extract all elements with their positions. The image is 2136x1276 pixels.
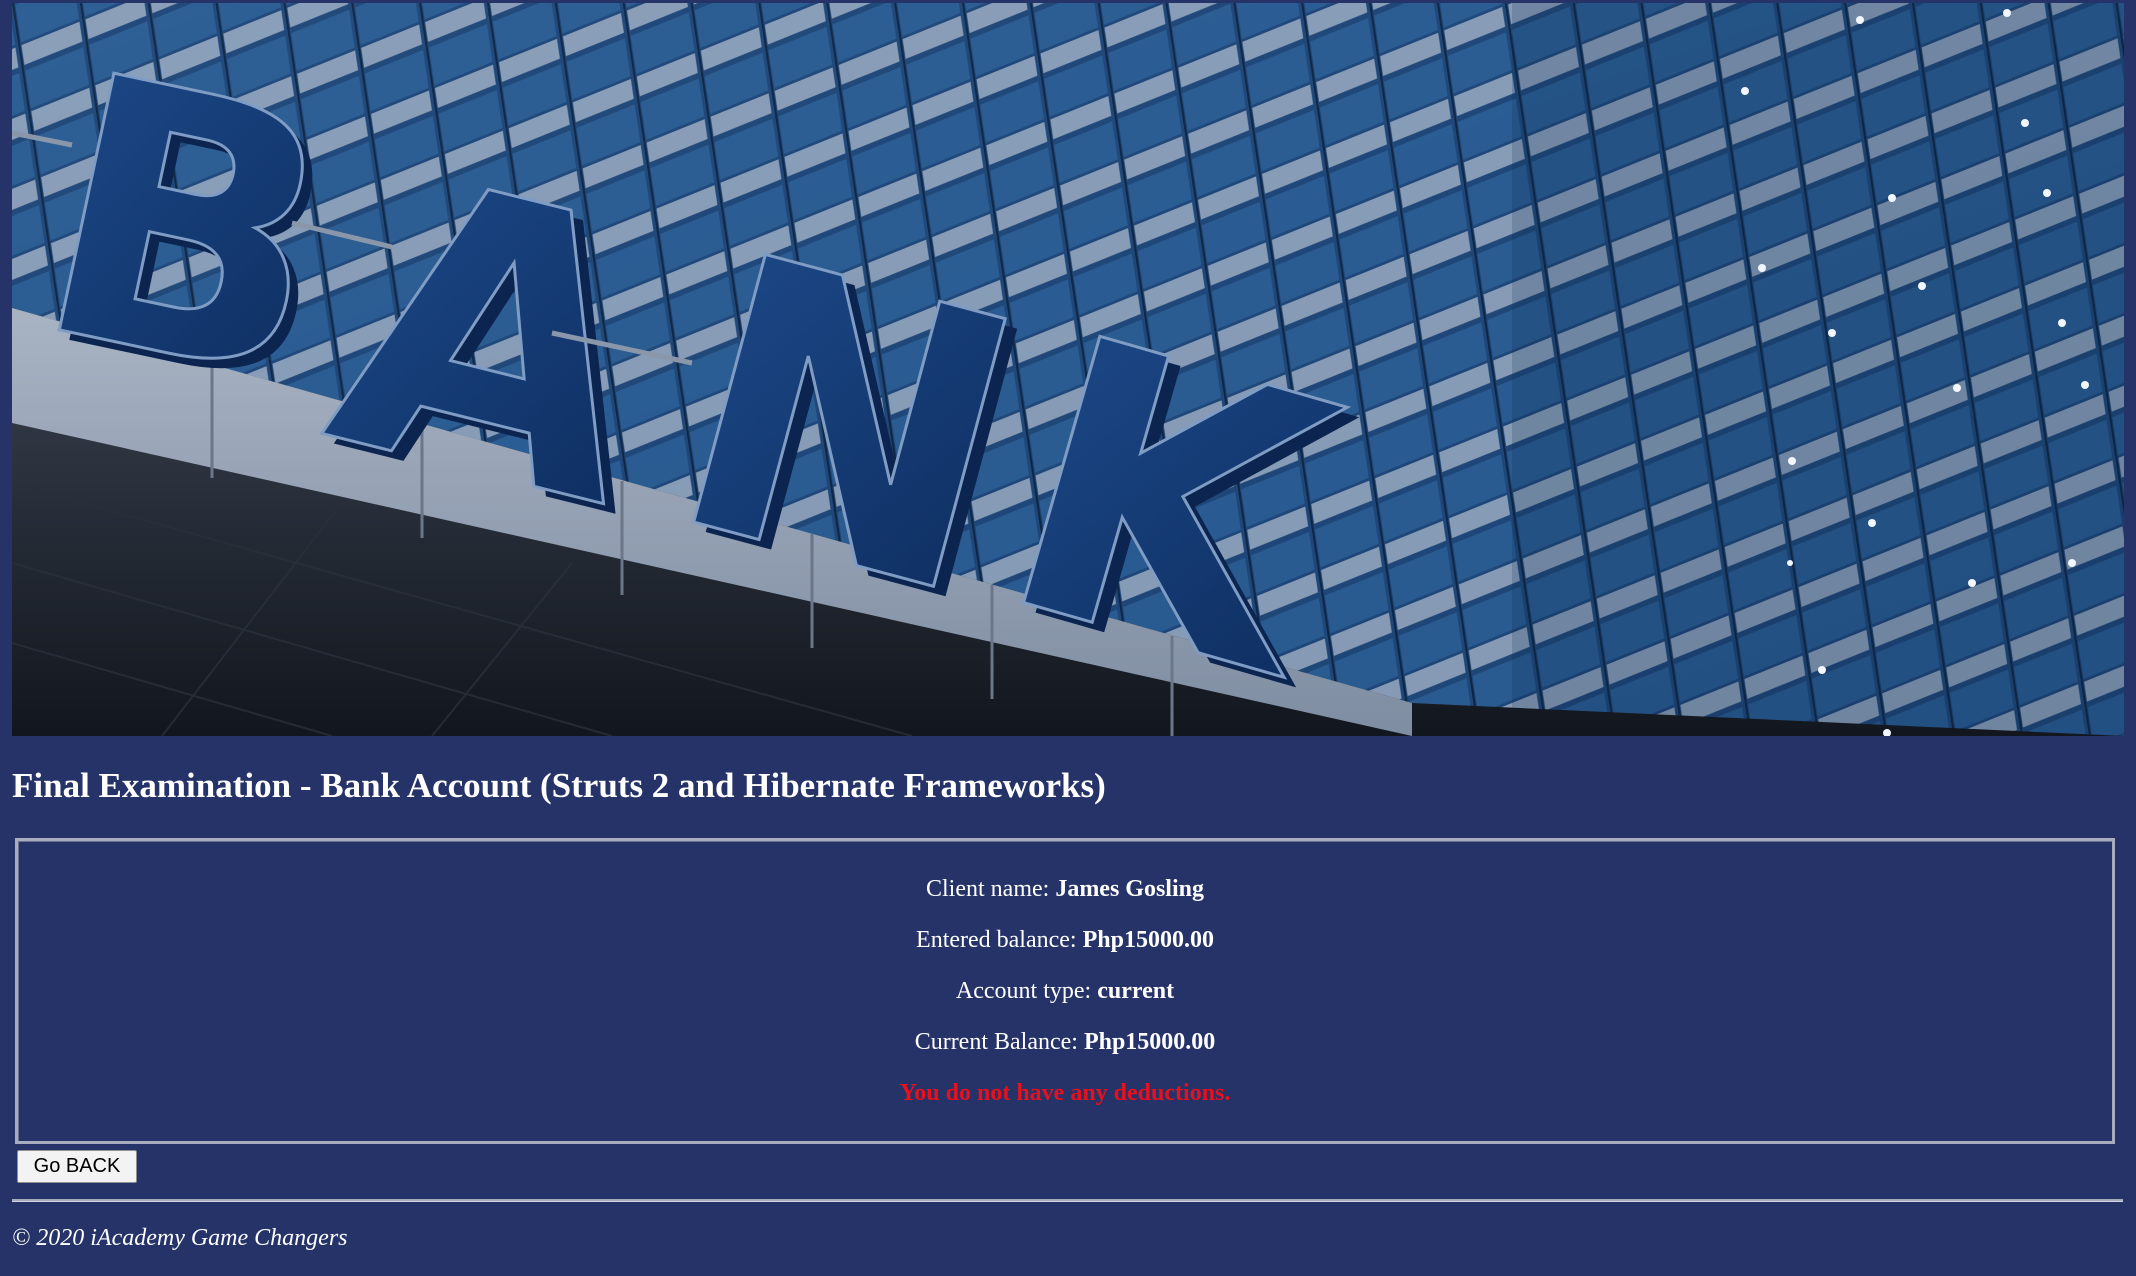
- client-name-label: Client name:: [926, 876, 1056, 902]
- account-type-label: Account type:: [955, 978, 1098, 1004]
- page-title: Final Examination - Bank Account (Struts…: [12, 766, 1106, 805]
- deductions-message: You do not have any deductions.: [899, 1080, 1231, 1106]
- client-name-value: James Gosling: [1055, 876, 1204, 902]
- account-type-row: Account type: current: [18, 976, 2112, 1006]
- entered-balance-value: Php15000.00: [1082, 927, 1214, 953]
- footer-divider: [12, 1199, 2123, 1202]
- account-summary-box: Client name: James Gosling Entered balan…: [15, 838, 2115, 1144]
- bank-banner-image: B B A A N N K K: [12, 3, 2124, 736]
- footer-copyright: © 2020 iAcademy Game Changers: [12, 1225, 348, 1251]
- entered-balance-row: Entered balance: Php15000.00: [18, 925, 2112, 955]
- account-type-value: current: [1097, 978, 1175, 1004]
- go-back-button[interactable]: Go BACK: [17, 1150, 137, 1183]
- current-balance-row: Current Balance: Php15000.00: [18, 1027, 2112, 1057]
- entered-balance-label: Entered balance:: [916, 927, 1083, 953]
- current-balance-label: Current Balance:: [914, 1029, 1084, 1055]
- client-name-row: Client name: James Gosling: [18, 874, 2112, 904]
- current-balance-value: Php15000.00: [1083, 1029, 1216, 1055]
